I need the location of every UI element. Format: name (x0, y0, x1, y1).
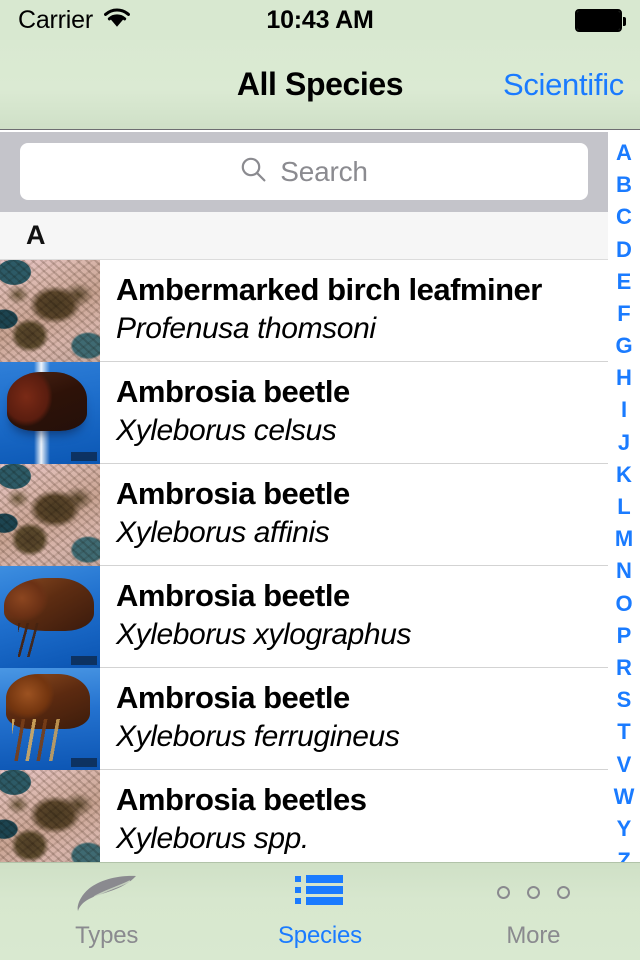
index-letter-p[interactable]: P (617, 624, 632, 647)
index-letter-o[interactable]: O (615, 592, 632, 615)
row-text: Ambrosia beetle Xyleborus affinis (100, 464, 608, 565)
section-header-label: A (26, 219, 46, 250)
index-letter-e[interactable]: E (617, 270, 632, 293)
index-letter-r[interactable]: R (616, 656, 632, 679)
scientific-name: Xyleborus affinis (116, 516, 330, 550)
status-bar-clock: 10:43 AM (266, 5, 374, 34)
table-row[interactable]: Ambrosia beetle Xyleborus xylographus (0, 565, 608, 668)
index-letter-t[interactable]: T (617, 721, 630, 743)
tab-label-more: More (506, 921, 561, 949)
index-letter-d[interactable]: D (616, 238, 632, 261)
index-letter-w[interactable]: W (614, 785, 635, 808)
section-header-a: A (0, 211, 608, 260)
page-title: All Species (236, 66, 404, 102)
battery-full-icon (575, 8, 626, 32)
tab-label-types: Types (75, 921, 139, 949)
row-text: Ambrosia beetles Xyleborus spp. (100, 770, 608, 863)
search-placeholder: Search (280, 155, 368, 187)
index-letter-g[interactable]: G (615, 335, 632, 357)
status-bar-right (575, 8, 626, 32)
ellipsis-icon (496, 873, 570, 913)
status-bar: Carrier 10:43 AM (0, 0, 640, 40)
common-name: Ambrosia beetle (116, 578, 350, 614)
tab-types[interactable]: Types (0, 873, 213, 950)
common-name: Ambrosia beetle (116, 374, 350, 410)
index-letter-s[interactable]: S (617, 689, 632, 711)
species-thumbnail (0, 667, 100, 770)
common-name: Ambermarked birch leafminer (116, 272, 542, 308)
index-letter-a[interactable]: A (616, 141, 632, 164)
index-letter-k[interactable]: K (616, 463, 632, 486)
row-text: Ambrosia beetle Xyleborus celsus (100, 362, 608, 463)
scientific-toggle-button[interactable]: Scientific (503, 67, 624, 103)
table-row[interactable]: Ambrosia beetle Xyleborus celsus (0, 361, 608, 464)
species-thumbnail (0, 769, 100, 863)
scientific-name: Xyleborus ferrugineus (116, 720, 400, 754)
index-letter-f[interactable]: F (617, 302, 630, 325)
index-letter-c[interactable]: C (616, 206, 632, 228)
scientific-name: Profenusa thomsoni (116, 312, 376, 346)
index-letter-b[interactable]: B (616, 174, 632, 196)
index-letter-y[interactable]: Y (617, 817, 632, 840)
search-bar-container: Search (0, 131, 608, 212)
index-letter-j[interactable]: J (618, 431, 630, 454)
tab-species[interactable]: Species (213, 873, 426, 950)
table-row[interactable]: Ambermarked birch leafminer Profenusa th… (0, 259, 608, 362)
search-icon (240, 156, 267, 188)
index-letter-v[interactable]: V (617, 753, 632, 776)
tab-label-species: Species (278, 921, 362, 949)
index-letter-l[interactable]: L (617, 496, 630, 518)
index-letter-n[interactable]: N (616, 560, 632, 582)
species-list[interactable]: Ambermarked birch leafminer Profenusa th… (0, 259, 608, 863)
common-name: Ambrosia beetles (116, 782, 367, 818)
leaf-icon (74, 873, 140, 913)
table-row[interactable]: Ambrosia beetle Xyleborus ferrugineus (0, 667, 608, 770)
index-letter-m[interactable]: M (615, 528, 633, 550)
scientific-name: Xyleborus xylographus (116, 618, 412, 652)
common-name: Ambrosia beetle (116, 476, 350, 512)
search-input[interactable]: Search (20, 143, 588, 200)
species-thumbnail (0, 565, 100, 668)
scientific-name: Xyleborus spp. (116, 822, 309, 856)
tab-bar: Types Species More (0, 862, 640, 960)
table-row[interactable]: Ambrosia beetles Xyleborus spp. (0, 769, 608, 863)
app-screen: Carrier 10:43 AM All Species Scientific (0, 0, 640, 960)
common-name: Ambrosia beetle (116, 680, 350, 716)
list-icon (294, 873, 345, 913)
alphabet-index[interactable]: ABCDEFGHIJKLMNOPRSTVWYZ (608, 131, 640, 872)
species-thumbnail (0, 463, 100, 566)
species-thumbnail (0, 259, 100, 362)
scientific-name: Xyleborus celsus (116, 414, 337, 448)
index-letter-h[interactable]: H (616, 367, 632, 389)
navigation-bar: All Species Scientific (0, 40, 640, 130)
row-text: Ambrosia beetle Xyleborus ferrugineus (100, 668, 608, 769)
row-text: Ambrosia beetle Xyleborus xylographus (100, 566, 608, 667)
index-letter-i[interactable]: I (621, 399, 627, 421)
tab-more[interactable]: More (427, 873, 640, 950)
table-row[interactable]: Ambrosia beetle Xyleborus affinis (0, 463, 608, 566)
row-text: Ambermarked birch leafminer Profenusa th… (100, 260, 608, 361)
species-thumbnail (0, 361, 100, 464)
search-field-inner: Search (240, 156, 368, 188)
